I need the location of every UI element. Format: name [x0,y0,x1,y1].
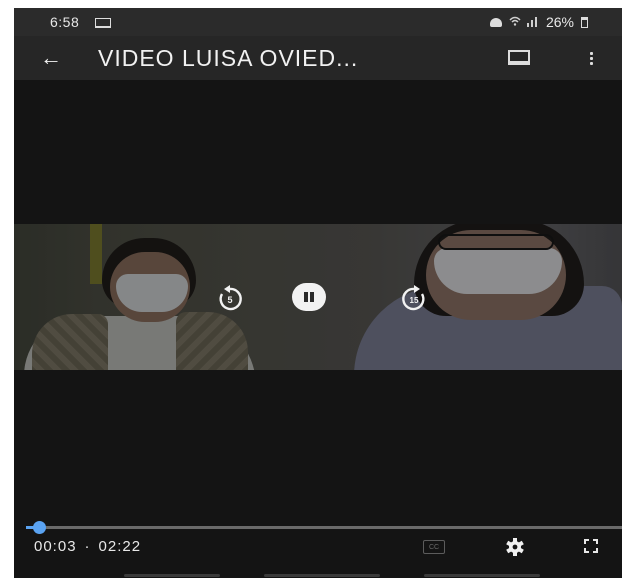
fullscreen-icon[interactable] [584,539,598,553]
battery-percent: 26% [545,14,574,30]
nav-hint-right [424,574,540,577]
alarm-icon [489,17,502,27]
more-vert-icon[interactable] [588,52,594,65]
status-time: 6:58 [50,14,80,30]
forward-button[interactable]: 15 [398,283,430,315]
time-display: 00:03 · 02:22 [34,538,141,555]
cast-icon[interactable] [508,50,530,65]
seek-thumb[interactable] [32,521,46,534]
duration: 02:22 [98,538,142,555]
settings-gear-icon[interactable] [504,537,526,557]
screen-cast-icon [95,18,111,28]
wifi-signal-icon [509,15,539,30]
phone-screen: 6:58 26% ← VIDEO LUISA OVIED... 5 15 00:… [14,8,622,578]
status-bar: 6:58 26% [14,8,622,36]
nav-hint-left [124,574,220,577]
rewind-button[interactable]: 5 [214,283,246,315]
forward-icon: 15 [402,285,425,311]
pause-button[interactable] [292,283,326,311]
forward-seconds: 15 [410,296,419,305]
app-bar: ← VIDEO LUISA OVIED... [14,36,622,80]
cc-label: CC [428,544,440,551]
video-title: VIDEO LUISA OVIED... [98,45,359,71]
status-icons: 26% [489,14,588,30]
battery-icon [581,16,588,28]
seek-bar[interactable] [26,526,622,529]
rewind-icon: 5 [219,285,242,311]
nav-hint-center [264,574,380,577]
back-arrow-icon[interactable]: ← [40,42,62,74]
closed-captions-icon[interactable]: CC [423,540,445,554]
rewind-seconds: 5 [227,295,232,305]
time-separator: · [84,538,91,555]
current-time: 00:03 [34,538,77,555]
